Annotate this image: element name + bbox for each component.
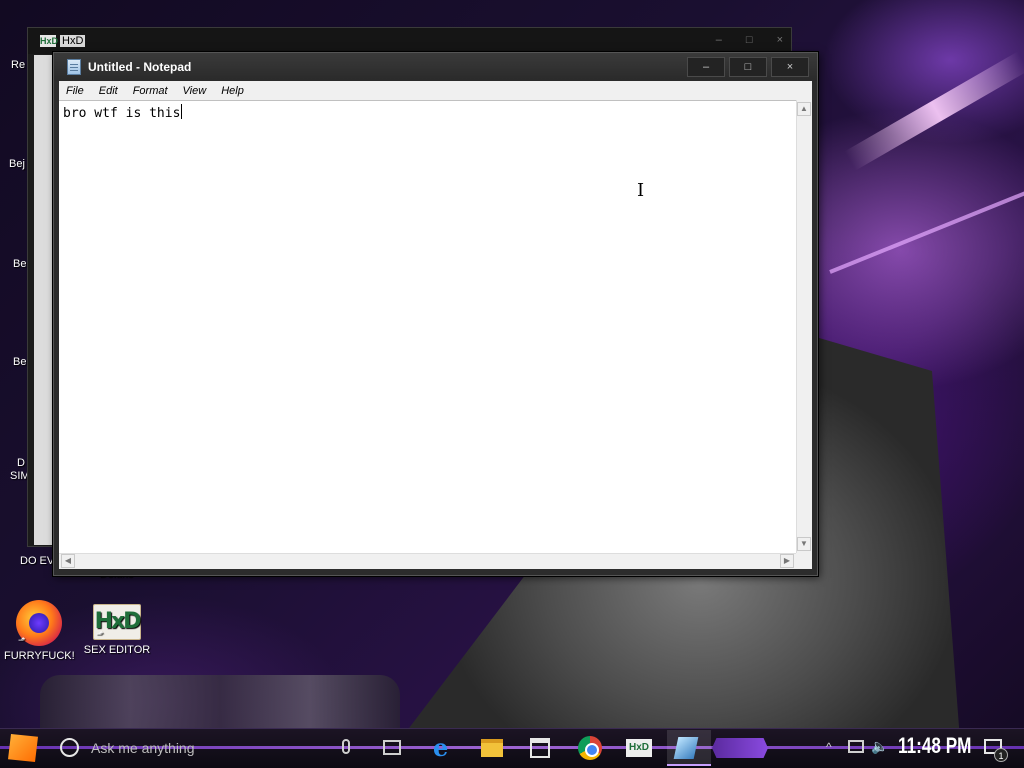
taskbar-decoration xyxy=(712,738,768,758)
task-view-icon[interactable] xyxy=(383,740,401,755)
menu-format[interactable]: Format xyxy=(132,85,169,97)
desktop-icon-label-partial[interactable]: Bej xyxy=(9,158,25,170)
notepad-icon xyxy=(67,59,81,75)
scroll-right-button[interactable]: ▶ xyxy=(780,554,794,568)
vertical-scrollbar[interactable]: ▲ ▼ xyxy=(796,100,812,553)
editor-text: bro wtf is this xyxy=(63,106,181,121)
desktop-icon-firefox[interactable]: ⬏ FURRYFUCK! xyxy=(4,600,75,662)
desktop-icon-label-partial[interactable]: D xyxy=(17,457,25,469)
notepad-window[interactable]: Untitled - Notepad – □ × File Edit Forma… xyxy=(53,52,818,576)
scroll-up-button[interactable]: ▲ xyxy=(797,102,811,116)
desktop-icon-label: SEX EDITOR xyxy=(83,644,151,656)
microphone-icon[interactable] xyxy=(342,739,350,754)
text-editor[interactable]: bro wtf is this xyxy=(59,100,796,553)
window-title: Untitled - Notepad xyxy=(88,60,192,74)
cortana-icon[interactable] xyxy=(60,738,79,757)
scroll-left-button[interactable]: ◀ xyxy=(61,554,75,568)
resize-grip[interactable] xyxy=(796,553,812,569)
volume-icon[interactable]: 🔈 xyxy=(871,738,888,755)
horizontal-scrollbar[interactable]: ◀ ▶ xyxy=(59,553,796,569)
hxd-app-icon: HxD xyxy=(40,35,59,47)
desktop-icon-label-partial[interactable]: Be xyxy=(13,258,26,270)
scroll-down-button[interactable]: ▼ xyxy=(797,537,811,551)
menu-view[interactable]: View xyxy=(182,85,208,97)
desktop-icon-label-partial[interactable]: Re xyxy=(11,59,25,71)
hxd-taskbar-icon[interactable]: HxD xyxy=(626,739,652,757)
taskbar-clock[interactable]: 11:48 PM xyxy=(898,733,971,759)
chrome-icon[interactable] xyxy=(578,736,602,760)
menu-help[interactable]: Help xyxy=(220,85,245,97)
store-icon[interactable] xyxy=(530,738,550,758)
network-icon[interactable] xyxy=(848,740,864,753)
minimize-button[interactable]: – xyxy=(716,34,722,46)
hxd-titlebar[interactable]: HxD HxD xyxy=(28,28,791,54)
hxd-window-title: HxD xyxy=(60,35,86,47)
wallpaper-rubble xyxy=(40,675,400,730)
shortcut-arrow-icon: ⬏ xyxy=(96,629,104,639)
minimize-button[interactable]: – xyxy=(687,57,725,77)
text-caret xyxy=(181,104,183,119)
editor-content: bro wtf is this xyxy=(63,104,183,121)
desktop-icon-label-partial[interactable]: Be xyxy=(13,356,26,368)
desktop-icon-label: FURRYFUCK! xyxy=(4,650,75,662)
start-button[interactable] xyxy=(8,734,38,762)
menu-edit[interactable]: Edit xyxy=(98,85,119,97)
edge-icon[interactable]: e xyxy=(433,736,448,760)
desktop-icon-label-partial[interactable]: DO EV xyxy=(20,555,54,567)
menu-file[interactable]: File xyxy=(65,85,85,97)
chevron-up-icon[interactable]: ^ xyxy=(826,740,832,754)
notification-badge: 1 xyxy=(994,748,1008,762)
file-explorer-icon[interactable] xyxy=(481,739,503,757)
search-box[interactable]: Ask me anything xyxy=(91,740,195,756)
close-button[interactable]: × xyxy=(777,34,783,46)
close-button[interactable]: × xyxy=(771,57,809,77)
hxd-window-controls: – □ × xyxy=(716,34,783,46)
maximize-button[interactable]: □ xyxy=(729,57,767,77)
desktop-icon-hxd[interactable]: HxD ⬏ SEX EDITOR xyxy=(82,600,152,656)
menu-bar: File Edit Format View Help xyxy=(59,81,812,100)
window-controls: – □ × xyxy=(687,57,809,77)
shortcut-arrow-icon: ⬏ xyxy=(18,635,26,645)
maximize-button[interactable]: □ xyxy=(746,34,753,46)
ibeam-cursor-icon: I xyxy=(637,180,645,201)
